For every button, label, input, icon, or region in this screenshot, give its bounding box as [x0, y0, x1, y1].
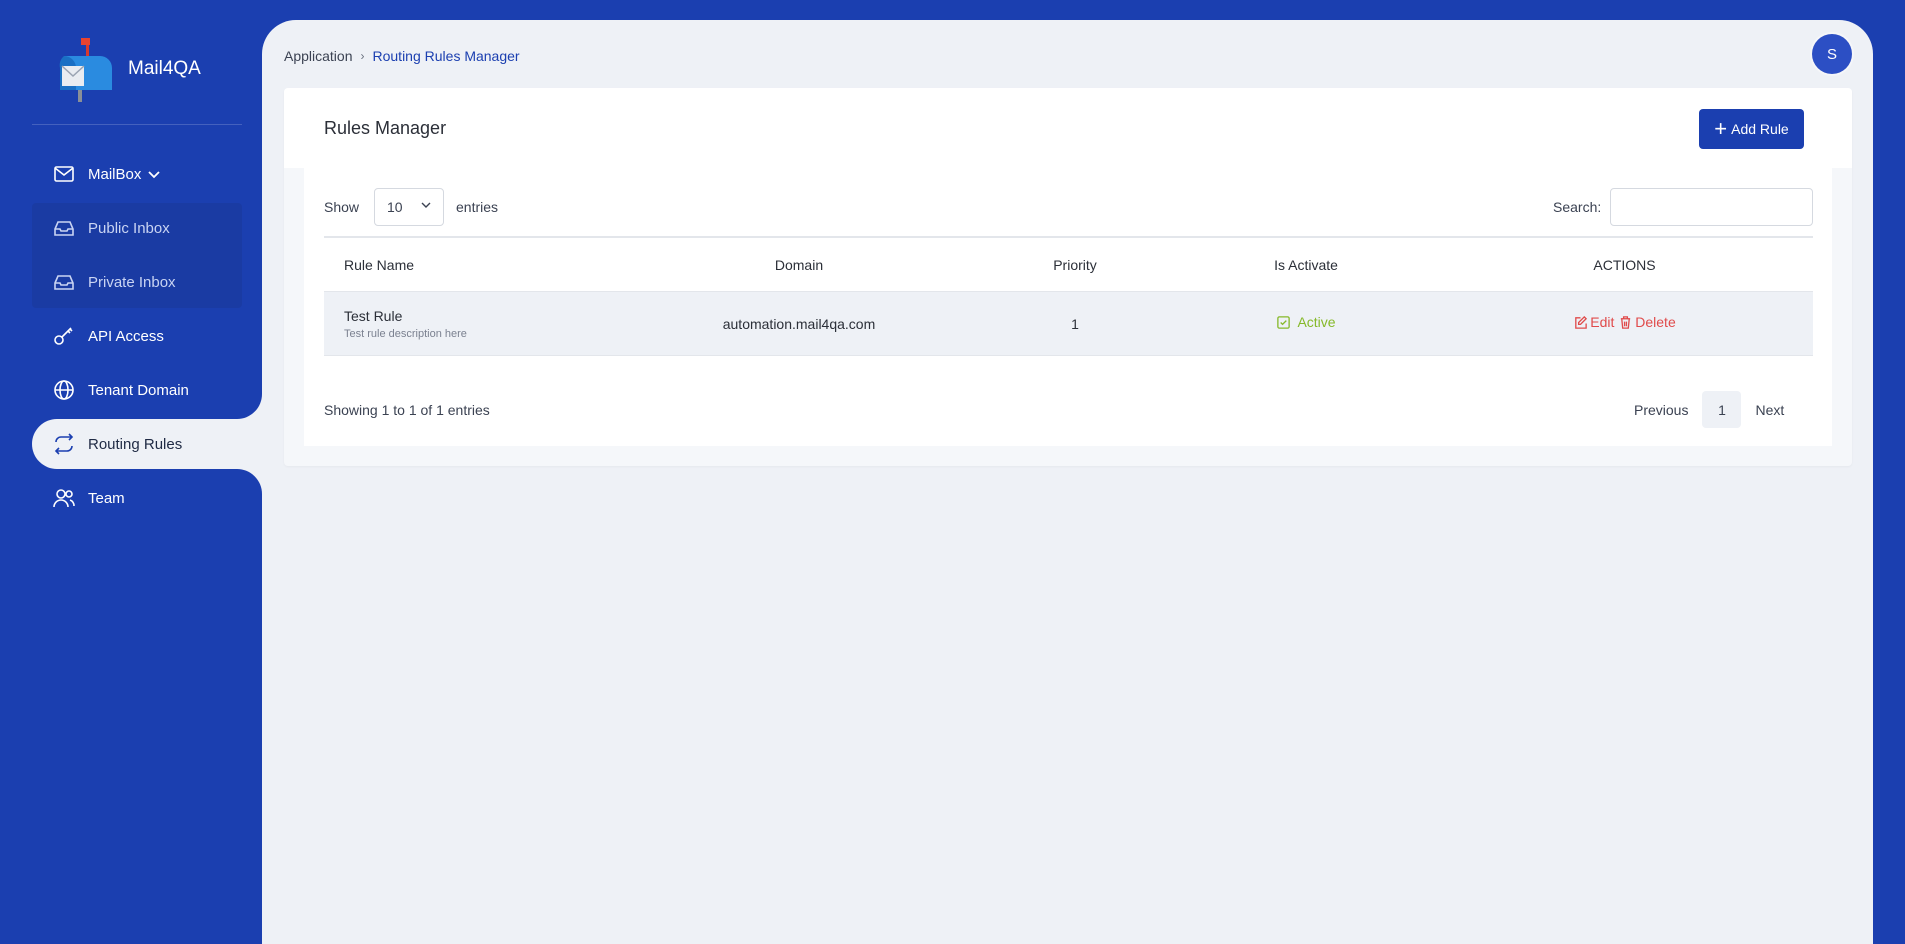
show-label: Show [324, 199, 360, 215]
sidebar: Mail4QA MailBox Public Inbox Private Inb… [0, 0, 262, 944]
active-tab-curve-bottom [237, 469, 262, 494]
sidebar-item-label: Routing Rules [88, 435, 183, 453]
page-size-select[interactable]: 10 [374, 188, 444, 226]
chevron-down-icon [148, 171, 160, 179]
rule-actions-cell: Edit Delete [1436, 314, 1813, 333]
column-header-is-activate[interactable]: Is Activate [1176, 257, 1436, 273]
column-header-actions: ACTIONS [1593, 256, 1656, 273]
page-button-current[interactable]: 1 [1702, 391, 1742, 428]
table-panel: Show 10 entries Search: Rule Name Domain… [304, 168, 1832, 446]
status-badge: Active [1276, 314, 1336, 331]
users-icon [53, 489, 75, 508]
sidebar-item-team[interactable]: Team [32, 473, 262, 523]
breadcrumb-current: Routing Rules Manager [372, 48, 520, 64]
key-icon [54, 327, 73, 345]
globe-icon [54, 380, 74, 400]
sidebar-item-label: Private Inbox [88, 273, 176, 291]
rule-name-cell: Test Rule Test rule description here [324, 308, 624, 340]
entries-label: entries [456, 199, 499, 215]
next-button[interactable]: Next [1743, 402, 1796, 418]
brand[interactable]: Mail4QA [54, 36, 201, 102]
page-title: Rules Manager [324, 118, 447, 138]
inbox-icon [54, 275, 74, 290]
rule-description: Test rule description here [344, 327, 467, 340]
sidebar-item-tenant-domain[interactable]: Tenant Domain [32, 365, 262, 415]
sidebar-item-public-inbox[interactable]: Public Inbox [32, 203, 242, 253]
status-label: Active [1297, 314, 1336, 331]
sidebar-item-label: Tenant Domain [88, 381, 189, 399]
plus-icon: + [1714, 116, 1728, 141]
chevron-down-icon [421, 202, 431, 208]
table-header: Rule Name Domain Priority Is Activate AC… [324, 238, 1813, 292]
table-row: Test Rule Test rule description here aut… [324, 292, 1813, 356]
sidebar-item-mailbox[interactable]: MailBox [32, 149, 262, 199]
rules-table: Rule Name Domain Priority Is Activate AC… [324, 236, 1813, 356]
add-rule-button[interactable]: + Add Rule [1699, 109, 1804, 149]
check-square-icon [1277, 315, 1291, 329]
trash-icon [1621, 315, 1631, 329]
sidebar-item-label: Team [88, 489, 125, 507]
sidebar-divider [32, 124, 242, 125]
active-tab-curve-top [237, 394, 262, 419]
arrows-exchange-icon [54, 433, 74, 455]
chevron-right-icon: › [360, 49, 365, 63]
search-input[interactable] [1610, 188, 1813, 226]
breadcrumb-root[interactable]: Application [284, 48, 353, 64]
column-header-domain[interactable]: Domain [624, 257, 974, 273]
page-size-value: 10 [387, 199, 403, 215]
sidebar-item-label: MailBox [88, 165, 142, 183]
inbox-icon [54, 221, 74, 236]
sidebar-item-label: API Access [88, 327, 164, 345]
edit-icon [1575, 315, 1588, 329]
rule-name: Test Rule [344, 307, 403, 324]
main-content: Application › Routing Rules Manager S Ru… [262, 20, 1873, 944]
mail-icon [54, 166, 74, 182]
avatar[interactable]: S [1812, 34, 1852, 74]
pagination: Previous 1 Next [1622, 391, 1796, 428]
column-header-priority[interactable]: Priority [974, 257, 1176, 273]
breadcrumb: Application › Routing Rules Manager [284, 48, 520, 64]
delete-button[interactable]: Delete [1618, 314, 1676, 331]
delete-label: Delete [1635, 314, 1676, 331]
rules-card: Rules Manager + Add Rule Show 10 entries… [284, 88, 1852, 466]
sidebar-item-api-access[interactable]: API Access [32, 311, 262, 361]
rule-status-cell: Active [1176, 314, 1436, 333]
sidebar-item-private-inbox[interactable]: Private Inbox [32, 257, 242, 307]
rule-domain: automation.mail4qa.com [722, 315, 876, 332]
previous-button[interactable]: Previous [1622, 402, 1700, 418]
table-info: Showing 1 to 1 of 1 entries [324, 402, 490, 418]
brand-name: Mail4QA [128, 58, 201, 79]
rule-priority: 1 [1071, 315, 1079, 332]
mailbox-logo-icon [54, 36, 116, 102]
sidebar-item-routing-rules[interactable]: Routing Rules [32, 419, 262, 469]
edit-label: Edit [1590, 314, 1615, 331]
card-header: Rules Manager + Add Rule [284, 88, 1852, 168]
add-rule-label: Add Rule [1731, 121, 1789, 137]
sidebar-item-label: Public Inbox [88, 219, 170, 237]
search-label: Search: [1553, 199, 1602, 215]
column-header-rule-name[interactable]: Rule Name [324, 257, 624, 273]
edit-button[interactable]: Edit [1573, 314, 1614, 330]
